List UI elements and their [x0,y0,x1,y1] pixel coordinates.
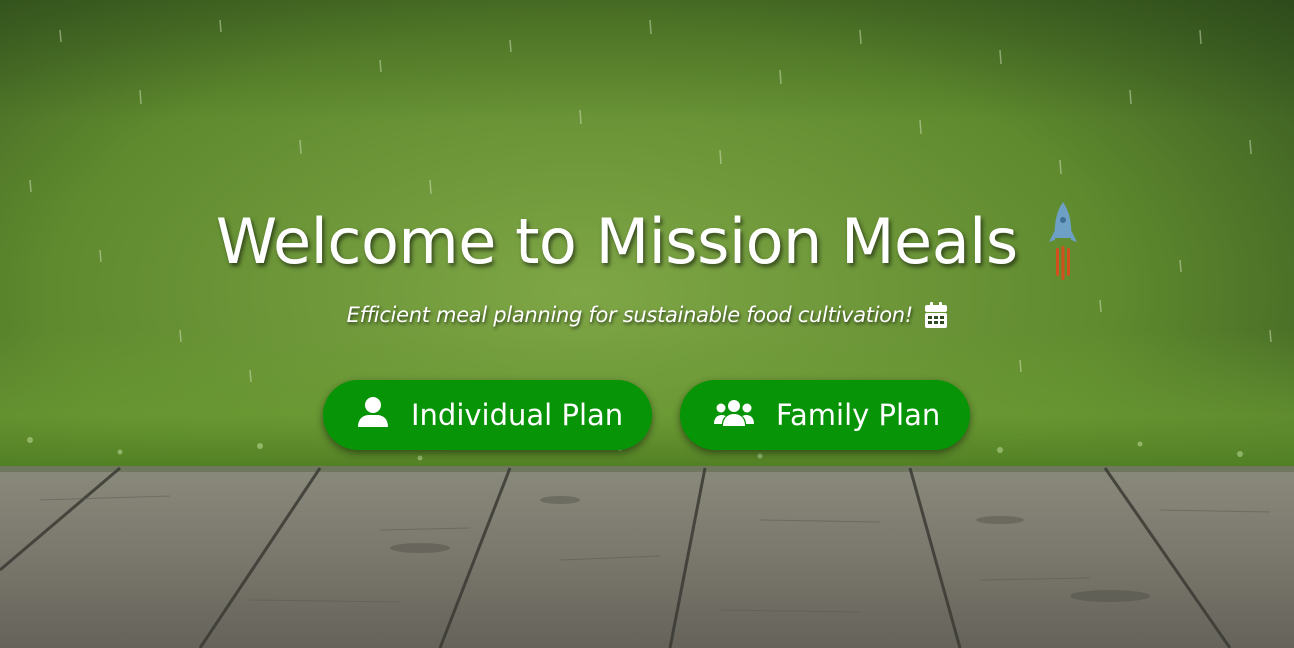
page-title: Welcome to Mission Meals [215,204,1018,278]
hero-section: Welcome to Mission Meals Efficient meal … [0,0,1294,648]
calendar-icon [925,302,948,328]
family-plan-label: Family Plan [776,398,941,432]
individual-plan-button[interactable]: Individual Plan [323,380,652,450]
rocket-icon [1048,200,1078,282]
users-icon [714,398,754,433]
individual-plan-label: Individual Plan [411,398,624,432]
subtitle: Efficient meal planning for sustainable … [346,303,914,327]
user-icon [357,396,389,435]
title-row: Welcome to Mission Meals [0,200,1294,282]
subtitle-row: Efficient meal planning for sustainable … [0,302,1294,328]
family-plan-button[interactable]: Family Plan [680,380,970,450]
